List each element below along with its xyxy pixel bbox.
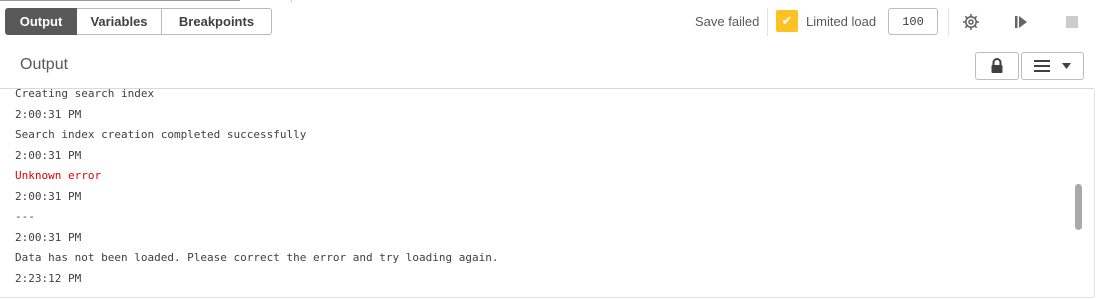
log-message: Search index creation completed successf…: [15, 128, 307, 141]
lock-button[interactable]: [975, 52, 1019, 80]
log-timestamp: 2:23:12 PM: [15, 271, 82, 285]
toolbar-divider: [948, 8, 949, 36]
log-timestamp: 2:00:31 PM: [15, 230, 82, 244]
log-timestamp: 2:00:31 PM: [15, 189, 82, 203]
log-timestamp: 2:00:31 PM: [15, 148, 82, 162]
tab-output[interactable]: Output: [5, 8, 77, 35]
stop-icon: [1066, 16, 1078, 28]
panel-bottom-border: [0, 297, 1094, 298]
output-log[interactable]: Creating search index 2:00:31 PM Search …: [0, 89, 1094, 297]
log-scrollbar-thumb[interactable]: [1075, 184, 1082, 230]
log-error-message: Unknown error: [15, 169, 102, 182]
log-message: Data has not been loaded. Please correct…: [15, 251, 499, 264]
checkmark-icon: ✔: [781, 13, 793, 28]
tab-group: Output Variables Breakpoints: [5, 8, 272, 35]
lock-icon: [991, 58, 1003, 73]
limited-load-checkbox[interactable]: ✔: [776, 10, 798, 32]
log-lines: Creating search index 2:00:31 PM Search …: [15, 89, 498, 293]
output-panel-header: Output: [0, 44, 1100, 89]
log-message: Creating search index: [15, 89, 155, 100]
output-menu-button[interactable]: [1021, 52, 1084, 80]
log-timestamp: 2:00:31 PM: [15, 107, 82, 121]
limited-load-label: Limited load: [806, 14, 877, 29]
gear-icon: [963, 14, 979, 30]
stop-button[interactable]: [1058, 8, 1086, 36]
log-message: ---: [15, 210, 35, 223]
caret-down-icon: [1062, 63, 1071, 69]
step-forward-icon: [1015, 16, 1027, 28]
hamburger-menu-icon: [1034, 60, 1050, 72]
toolbar-divider: [767, 8, 768, 36]
panel-title: Output: [20, 56, 69, 73]
tab-breakpoints[interactable]: Breakpoints: [162, 8, 272, 35]
step-button[interactable]: [1007, 8, 1035, 36]
limit-rows-input[interactable]: [888, 8, 938, 35]
panel-right-border: [1094, 89, 1095, 297]
tab-variables[interactable]: Variables: [77, 8, 162, 35]
save-status-text: Save failed: [695, 14, 760, 29]
toolbar: Output Variables Breakpoints Save failed…: [0, 0, 1100, 44]
settings-button[interactable]: [957, 8, 985, 36]
